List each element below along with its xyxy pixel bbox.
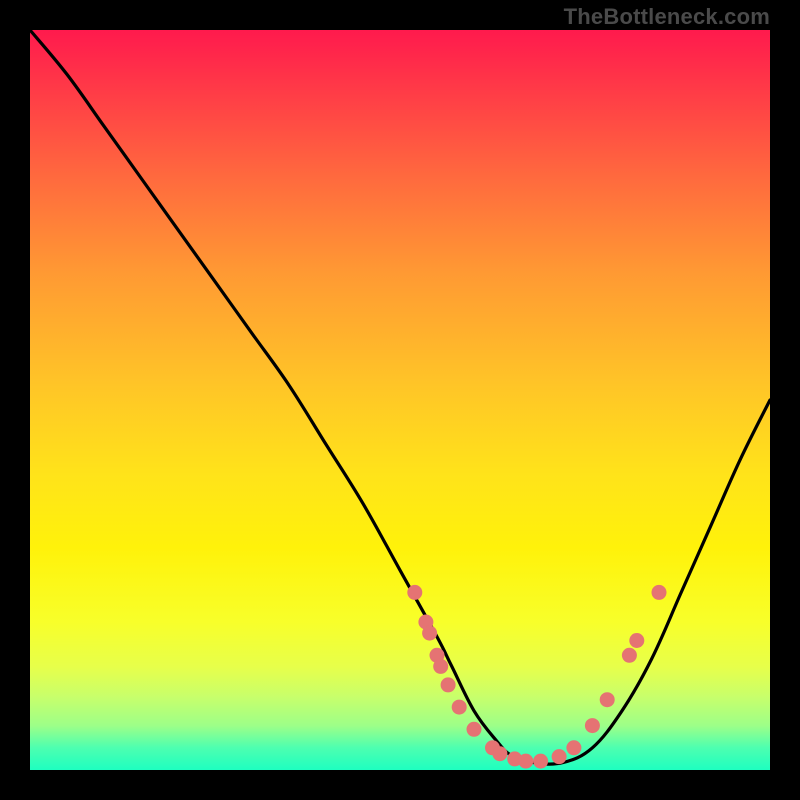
- data-point: [629, 633, 644, 648]
- data-point: [441, 677, 456, 692]
- data-point: [467, 722, 482, 737]
- data-point: [407, 585, 422, 600]
- chart-svg: [30, 30, 770, 770]
- data-point: [518, 754, 533, 769]
- data-point: [492, 746, 507, 761]
- chart-frame: TheBottleneck.com: [0, 0, 800, 800]
- bottleneck-curve: [30, 30, 770, 764]
- data-point: [452, 700, 467, 715]
- data-point: [585, 718, 600, 733]
- data-point: [652, 585, 667, 600]
- data-point: [552, 749, 567, 764]
- data-point: [622, 648, 637, 663]
- data-point: [533, 754, 548, 769]
- data-point: [433, 659, 448, 674]
- data-points-group: [407, 585, 666, 769]
- watermark-text: TheBottleneck.com: [564, 4, 770, 30]
- data-point: [600, 692, 615, 707]
- data-point: [422, 626, 437, 641]
- data-point: [566, 740, 581, 755]
